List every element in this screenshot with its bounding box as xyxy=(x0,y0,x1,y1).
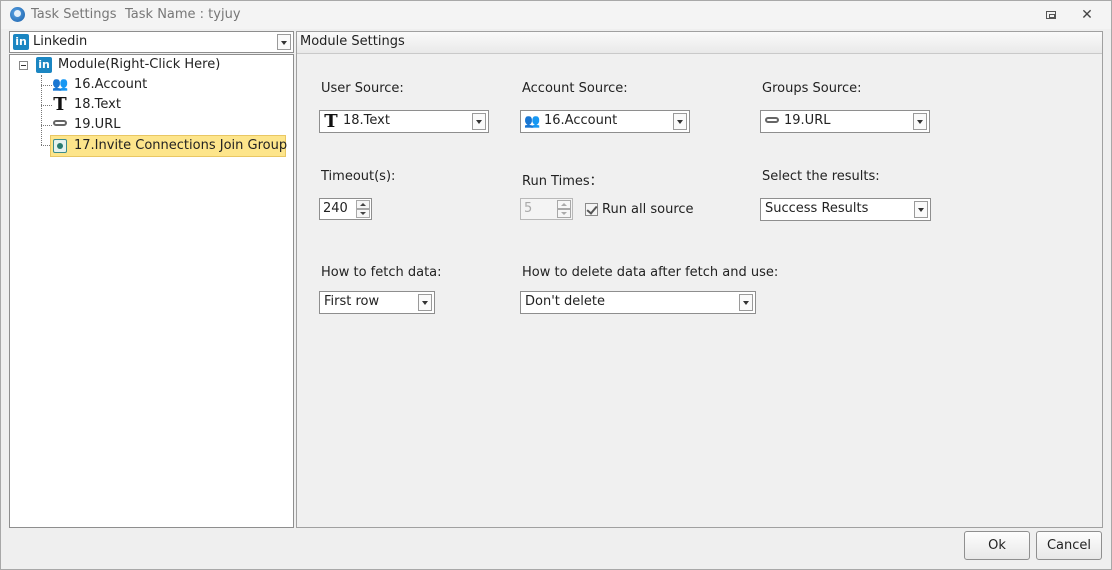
platform-select-value: Linkedin xyxy=(33,34,88,49)
run-all-source-label[interactable]: Run all source xyxy=(602,202,694,217)
fetch-data-value: First row xyxy=(324,294,380,309)
run-times-value: 5 xyxy=(524,201,533,216)
timeout-label: Timeout(s): xyxy=(321,169,396,184)
tree-item-label: 18.Text xyxy=(74,97,121,112)
chevron-down-icon[interactable] xyxy=(277,34,291,50)
timeout-stepper[interactable]: 240 xyxy=(319,198,372,220)
delete-data-value: Don't delete xyxy=(525,294,605,309)
close-icon: ✕ xyxy=(1081,7,1093,23)
tree-connector-line xyxy=(41,105,52,106)
linkedin-icon: in xyxy=(36,57,52,73)
spin-down-icon[interactable] xyxy=(356,209,370,218)
spin-down-icon[interactable] xyxy=(557,209,571,218)
module-tree: in Module(Right-Click Here) 👥 16.Account… xyxy=(9,54,294,528)
ok-button[interactable]: Ok xyxy=(964,531,1030,560)
fetch-data-select[interactable]: First row xyxy=(319,291,435,314)
link-icon xyxy=(764,114,780,130)
task-name: Task Name : tyjuy xyxy=(125,7,241,22)
module-settings-panel: Module Settings User Source: T 18.Text A… xyxy=(296,31,1103,528)
groups-source-label: Groups Source: xyxy=(762,81,862,96)
groups-source-select[interactable]: 19.URL xyxy=(760,110,930,133)
timeout-value: 240 xyxy=(323,201,348,216)
user-source-label: User Source: xyxy=(321,81,404,96)
text-icon: T xyxy=(53,94,67,115)
restore-icon xyxy=(1046,11,1056,19)
select-results-select[interactable]: Success Results xyxy=(760,198,931,221)
groups-source-value: 19.URL xyxy=(784,113,831,128)
text-icon: T xyxy=(324,111,338,132)
tree-root-label: Module(Right-Click Here) xyxy=(58,57,221,72)
module-settings-title: Module Settings xyxy=(300,34,405,49)
tree-item-label: 19.URL xyxy=(74,117,121,132)
account-source-select[interactable]: 👥 16.Account xyxy=(520,110,690,133)
tree-item-label: 16.Account xyxy=(74,77,148,92)
chevron-down-icon[interactable] xyxy=(914,201,928,218)
run-all-source-checkbox[interactable] xyxy=(585,203,598,216)
account-icon: 👥 xyxy=(524,114,541,129)
tree-collapse-toggle[interactable] xyxy=(19,61,28,70)
select-results-value: Success Results xyxy=(765,201,869,216)
invite-icon xyxy=(53,139,67,153)
cancel-button[interactable]: Cancel xyxy=(1036,531,1102,560)
app-logo-icon xyxy=(10,7,25,22)
restore-button[interactable] xyxy=(1040,5,1062,25)
module-settings-header: Module Settings xyxy=(297,32,1102,54)
account-source-value: 16.Account xyxy=(544,113,618,128)
title-bar: Task Settings Task Name : tyjuy ✕ xyxy=(1,1,1111,29)
spin-up-icon[interactable] xyxy=(557,200,571,209)
account-icon: 👥 xyxy=(52,77,69,92)
user-source-value: 18.Text xyxy=(343,113,390,128)
chevron-down-icon[interactable] xyxy=(472,113,486,130)
chevron-down-icon[interactable] xyxy=(673,113,687,130)
link-icon xyxy=(52,117,68,133)
tree-connector-line xyxy=(41,125,52,126)
delete-data-label: How to delete data after fetch and use: xyxy=(522,265,779,280)
platform-select[interactable]: in Linkedin xyxy=(9,31,294,53)
delete-data-select[interactable]: Don't delete xyxy=(520,291,756,314)
run-times-label: Run Times： xyxy=(522,174,603,189)
spin-up-icon[interactable] xyxy=(356,200,370,209)
tree-connector-line xyxy=(41,85,52,86)
account-source-label: Account Source: xyxy=(522,81,628,96)
linkedin-icon: in xyxy=(13,34,29,50)
close-button[interactable]: ✕ xyxy=(1076,5,1098,25)
task-settings-window: Task Settings Task Name : tyjuy ✕ in Lin… xyxy=(0,0,1112,570)
user-source-select[interactable]: T 18.Text xyxy=(319,110,489,133)
chevron-down-icon[interactable] xyxy=(913,113,927,130)
run-times-stepper[interactable]: 5 xyxy=(520,198,573,220)
chevron-down-icon[interactable] xyxy=(739,294,753,311)
tree-item-label: 17.Invite Connections Join Group xyxy=(74,138,288,153)
chevron-down-icon[interactable] xyxy=(418,294,432,311)
fetch-data-label: How to fetch data: xyxy=(321,265,442,280)
select-results-label: Select the results: xyxy=(762,169,880,184)
window-title: Task Settings xyxy=(31,7,117,22)
